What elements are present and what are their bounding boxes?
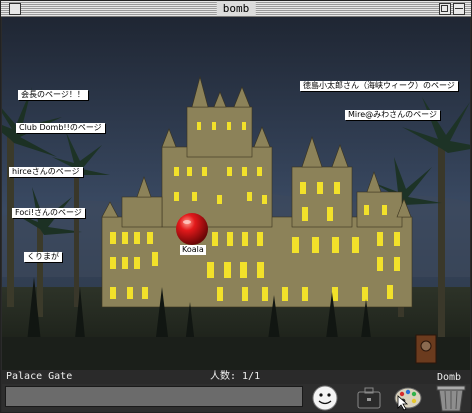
palace-scene [2,17,470,370]
population-count: 人数: 1/1 [210,371,261,382]
link-mire-page[interactable]: Mire@みわさんのページ [345,110,440,120]
world-view[interactable]: 会長のページ！！ Club Domb!!のページ hirceさんのページ Foc… [2,17,470,370]
zoom-box[interactable] [439,3,451,15]
link-hirce-page[interactable]: hirceさんのページ [9,167,83,177]
chat-input[interactable] [5,386,303,407]
link-kaicho-page[interactable]: 会長のページ！！ [18,90,88,100]
avatar-name: Koala [180,245,206,255]
collapse-box[interactable] [453,3,465,15]
place-name: Palace Gate [6,371,73,382]
link-foci-page[interactable]: Foci!さんのページ [12,208,85,218]
link-club-domb-page[interactable]: Club Domb!!のページ [16,123,105,133]
link-kurimaga[interactable]: くりまが [24,252,62,262]
door-icon [415,334,437,364]
briefcase-icon[interactable] [354,384,384,412]
trash-icon[interactable] [434,384,468,412]
status-bar: Palace Gate 人数: 1/1 [2,370,470,384]
mouse-cursor-icon [397,395,409,411]
bottom-toolbar: Domb [2,372,470,412]
close-box[interactable] [9,3,21,15]
link-tokushima-page[interactable]: 徳島小太郎さん（海峡ウィーク）のページ [300,81,458,91]
title-bar[interactable]: bomb [1,1,471,17]
window-title: bomb [216,1,256,16]
smiley-icon[interactable] [310,384,340,412]
trash-label: Domb [437,372,462,383]
app-window: bomb 会長のページ！！ Club Domb!!のページ hirceさんのペー… [0,0,472,413]
avatar-ball [176,213,208,245]
